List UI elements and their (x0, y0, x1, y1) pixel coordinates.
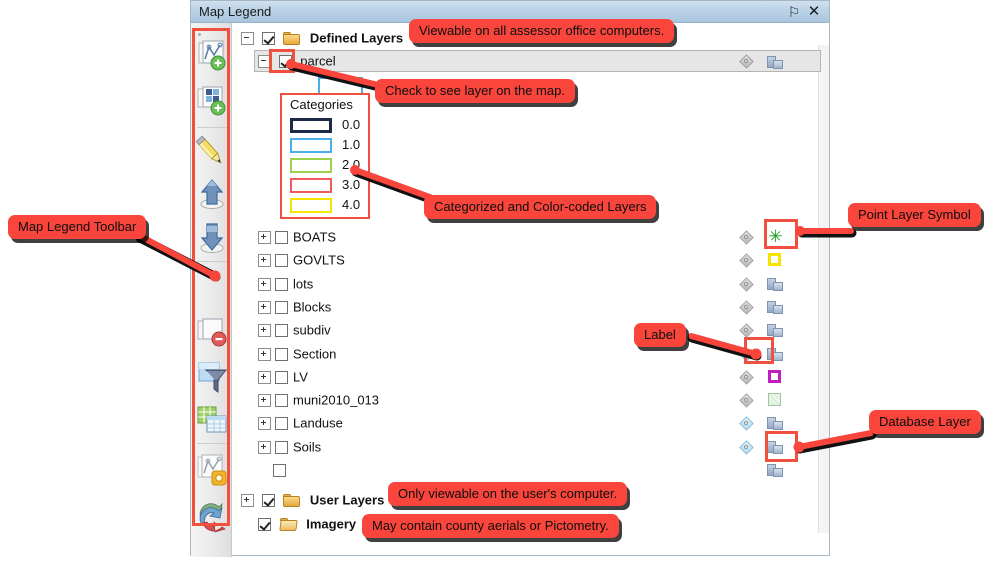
callout-user-layers: Only viewable on the user's computer. (388, 482, 628, 507)
callout-label: Label (634, 323, 686, 348)
callout-check-layer: Check to see layer on the map. (375, 79, 575, 104)
callout-categorized: Categorized and Color-coded Layers (424, 195, 657, 220)
callout-database-layer: Database Layer (869, 410, 981, 435)
callout-point-layer-symbol: Point Layer Symbol (848, 203, 981, 228)
callout-map-legend-toolbar: Map Legend Toolbar (8, 215, 147, 240)
callout-defined-layers: Viewable on all assessor office computer… (409, 19, 675, 44)
callout-imagery: May contain county aerials or Pictometry… (362, 514, 619, 539)
